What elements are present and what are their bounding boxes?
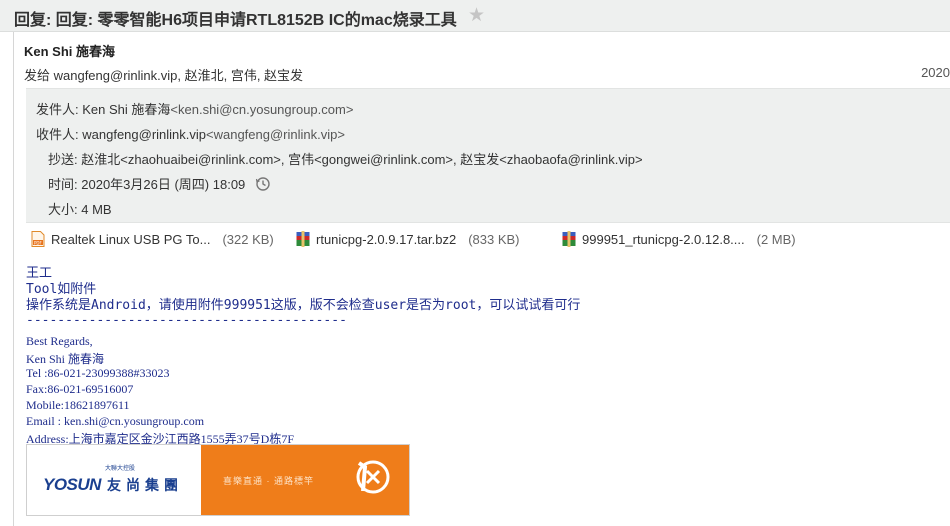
clock-icon[interactable] xyxy=(255,176,271,192)
to-label: 收件人: xyxy=(36,127,79,142)
logo-wordmark: YOSUN xyxy=(43,475,101,494)
email-details-panel: 发件人: Ken Shi 施春海<ken.shi@cn.yosungroup.c… xyxy=(26,88,950,223)
attachment-size: (833 KB) xyxy=(468,232,520,247)
subject-bar: 回复: 回复: 零零智能H6项目申请RTL8152B IC的mac烧录工具 ★ xyxy=(0,0,950,32)
sig-mobile: Mobile:18621897611 xyxy=(26,398,130,412)
size-row: 大小: 4 MB xyxy=(48,199,112,218)
attachment-name[interactable]: Realtek Linux USB PG To... xyxy=(51,232,210,247)
star-icon[interactable]: ★ xyxy=(468,4,485,27)
svg-text:PDF: PDF xyxy=(34,240,42,245)
to-name[interactable]: wangfeng@rinlink.vip xyxy=(82,127,206,142)
sig-tel: Tel :86-021-23099388#33023 xyxy=(26,366,170,380)
cc-row: 抄送: 赵淮北<zhaohuaibei@rinlink.com>, 宫伟<gon… xyxy=(48,149,643,168)
sent-to-line: 发给 wangfeng@rinlink.vip, 赵淮北, 宫伟, 赵宝发 xyxy=(24,68,304,83)
sig-name: Ken Shi 施春海 xyxy=(26,352,105,366)
email-subject: 回复: 回复: 零零智能H6项目申请RTL8152B IC的mac烧录工具 xyxy=(14,12,457,29)
size-value: 4 MB xyxy=(81,202,112,217)
size-label: 大小: xyxy=(48,202,78,217)
cc-label: 抄送: xyxy=(48,152,78,167)
attachment-name[interactable]: rtunicpg-2.0.9.17.tar.bz2 xyxy=(316,232,456,247)
to-email[interactable]: <wangfeng@rinlink.vip> xyxy=(206,127,345,142)
to-row: 收件人: wangfeng@rinlink.vip<wangfeng@rinli… xyxy=(36,124,345,143)
from-row: 发件人: Ken Shi 施春海<ken.shi@cn.yosungroup.c… xyxy=(36,99,353,118)
from-label: 发件人: xyxy=(36,102,79,117)
attachment-size: (322 KB) xyxy=(222,232,274,247)
cc-value[interactable]: 赵淮北<zhaohuaibei@rinlink.com>, 宫伟<gongwei… xyxy=(81,152,642,167)
sig-email[interactable]: Email : ken.shi@cn.yosungroup.com xyxy=(26,414,204,429)
time-value: 2020年3月26日 (周四) 18:09 xyxy=(81,177,246,192)
attachment-1[interactable]: PDF Realtek Linux USB PG To... (322 KB) xyxy=(31,231,274,249)
logo-subtitle: 大聯大控股 xyxy=(105,466,136,472)
winrar-icon xyxy=(296,231,310,247)
pdf-icon: PDF xyxy=(31,231,45,247)
winrar-icon xyxy=(562,231,576,247)
attachment-name[interactable]: 999951_rtunicpg-2.0.12.8.... xyxy=(582,232,745,247)
divider-line: ----------------------------------------… xyxy=(26,313,347,328)
attachment-3[interactable]: 999951_rtunicpg-2.0.12.8.... (2 MB) xyxy=(562,231,796,249)
attachment-size: (2 MB) xyxy=(756,232,796,247)
banner-logo-area: 大聯大控股 YOSUN 友尚集團 xyxy=(27,445,201,515)
from-email[interactable]: <ken.shi@cn.yosungroup.com> xyxy=(170,102,353,117)
time-label: 时间: xyxy=(48,177,78,192)
company-banner: 大聯大控股 YOSUN 友尚集團 喜樂直通 · 通路標竿 xyxy=(26,444,410,516)
body-line-instructions: 操作系统是Android，请使用附件999951这版，版不会检查user是否为r… xyxy=(26,298,581,313)
date-short: 2020 xyxy=(921,65,950,80)
attachment-2[interactable]: rtunicpg-2.0.9.17.tar.bz2 (833 KB) xyxy=(296,231,520,249)
time-row: 时间: 2020年3月26日 (周四) 18:09 xyxy=(48,174,271,193)
sender-name[interactable]: Ken Shi 施春海 xyxy=(24,41,115,60)
logo-chinese: 友尚集團 xyxy=(107,477,183,493)
sig-regards: Best Regards, xyxy=(26,334,93,348)
sig-fax: Fax:86-021-69516007 xyxy=(26,382,134,396)
banner-slogan: 喜樂直通 · 通路標竿 xyxy=(223,476,314,486)
anniversary-badge-icon xyxy=(356,460,390,494)
from-name[interactable]: Ken Shi 施春海 xyxy=(82,102,170,117)
banner-slogan-area: 喜樂直通 · 通路標竿 xyxy=(201,445,409,515)
